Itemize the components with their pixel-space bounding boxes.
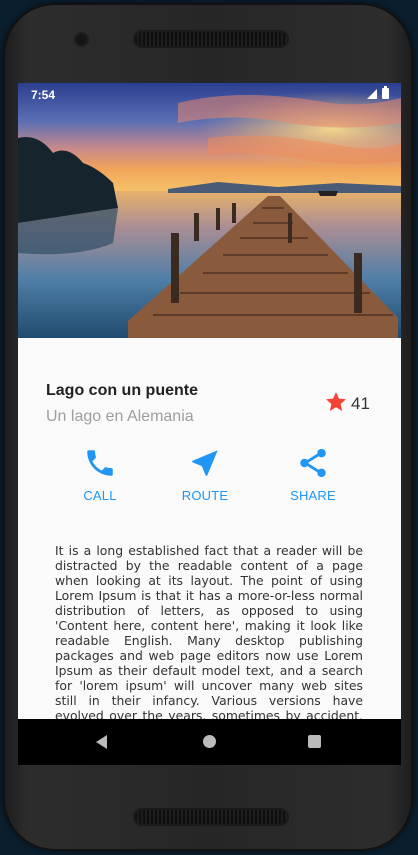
place-title: Lago con un puente — [46, 382, 198, 399]
share-button[interactable]: SHARE — [268, 446, 358, 503]
bottom-speaker — [135, 810, 287, 824]
system-nav-bar — [18, 719, 401, 765]
share-label: SHARE — [290, 488, 336, 503]
home-circle-icon[interactable] — [203, 735, 216, 748]
star-count: 41 — [351, 394, 370, 413]
back-triangle-icon[interactable] — [96, 735, 107, 749]
app-screen: 7:54 Lago con un puente Un lago en Alema… — [18, 83, 401, 765]
route-button[interactable]: ROUTE — [160, 446, 250, 503]
star-icon[interactable] — [324, 390, 348, 414]
recents-square-icon[interactable] — [308, 735, 321, 748]
earpiece-speaker — [135, 32, 287, 46]
title-section: Lago con un puente Un lago en Alemania 4… — [18, 338, 401, 438]
share-icon — [300, 448, 326, 478]
status-bar: 7:54 — [18, 83, 401, 107]
lake-bridge-image: 7:54 — [18, 83, 401, 338]
signal-icon — [367, 89, 377, 99]
call-button[interactable]: CALL — [55, 446, 145, 503]
route-label: ROUTE — [181, 488, 229, 503]
phone-icon — [87, 450, 113, 476]
battery-icon — [382, 86, 389, 99]
call-label: CALL — [83, 488, 117, 503]
navigation-icon — [192, 450, 218, 476]
place-subtitle: Un lago en Alemania — [46, 408, 194, 425]
front-camera — [76, 34, 87, 45]
action-row: CALL ROUTE SHARE — [18, 438, 401, 508]
status-time: 7:54 — [31, 88, 56, 102]
